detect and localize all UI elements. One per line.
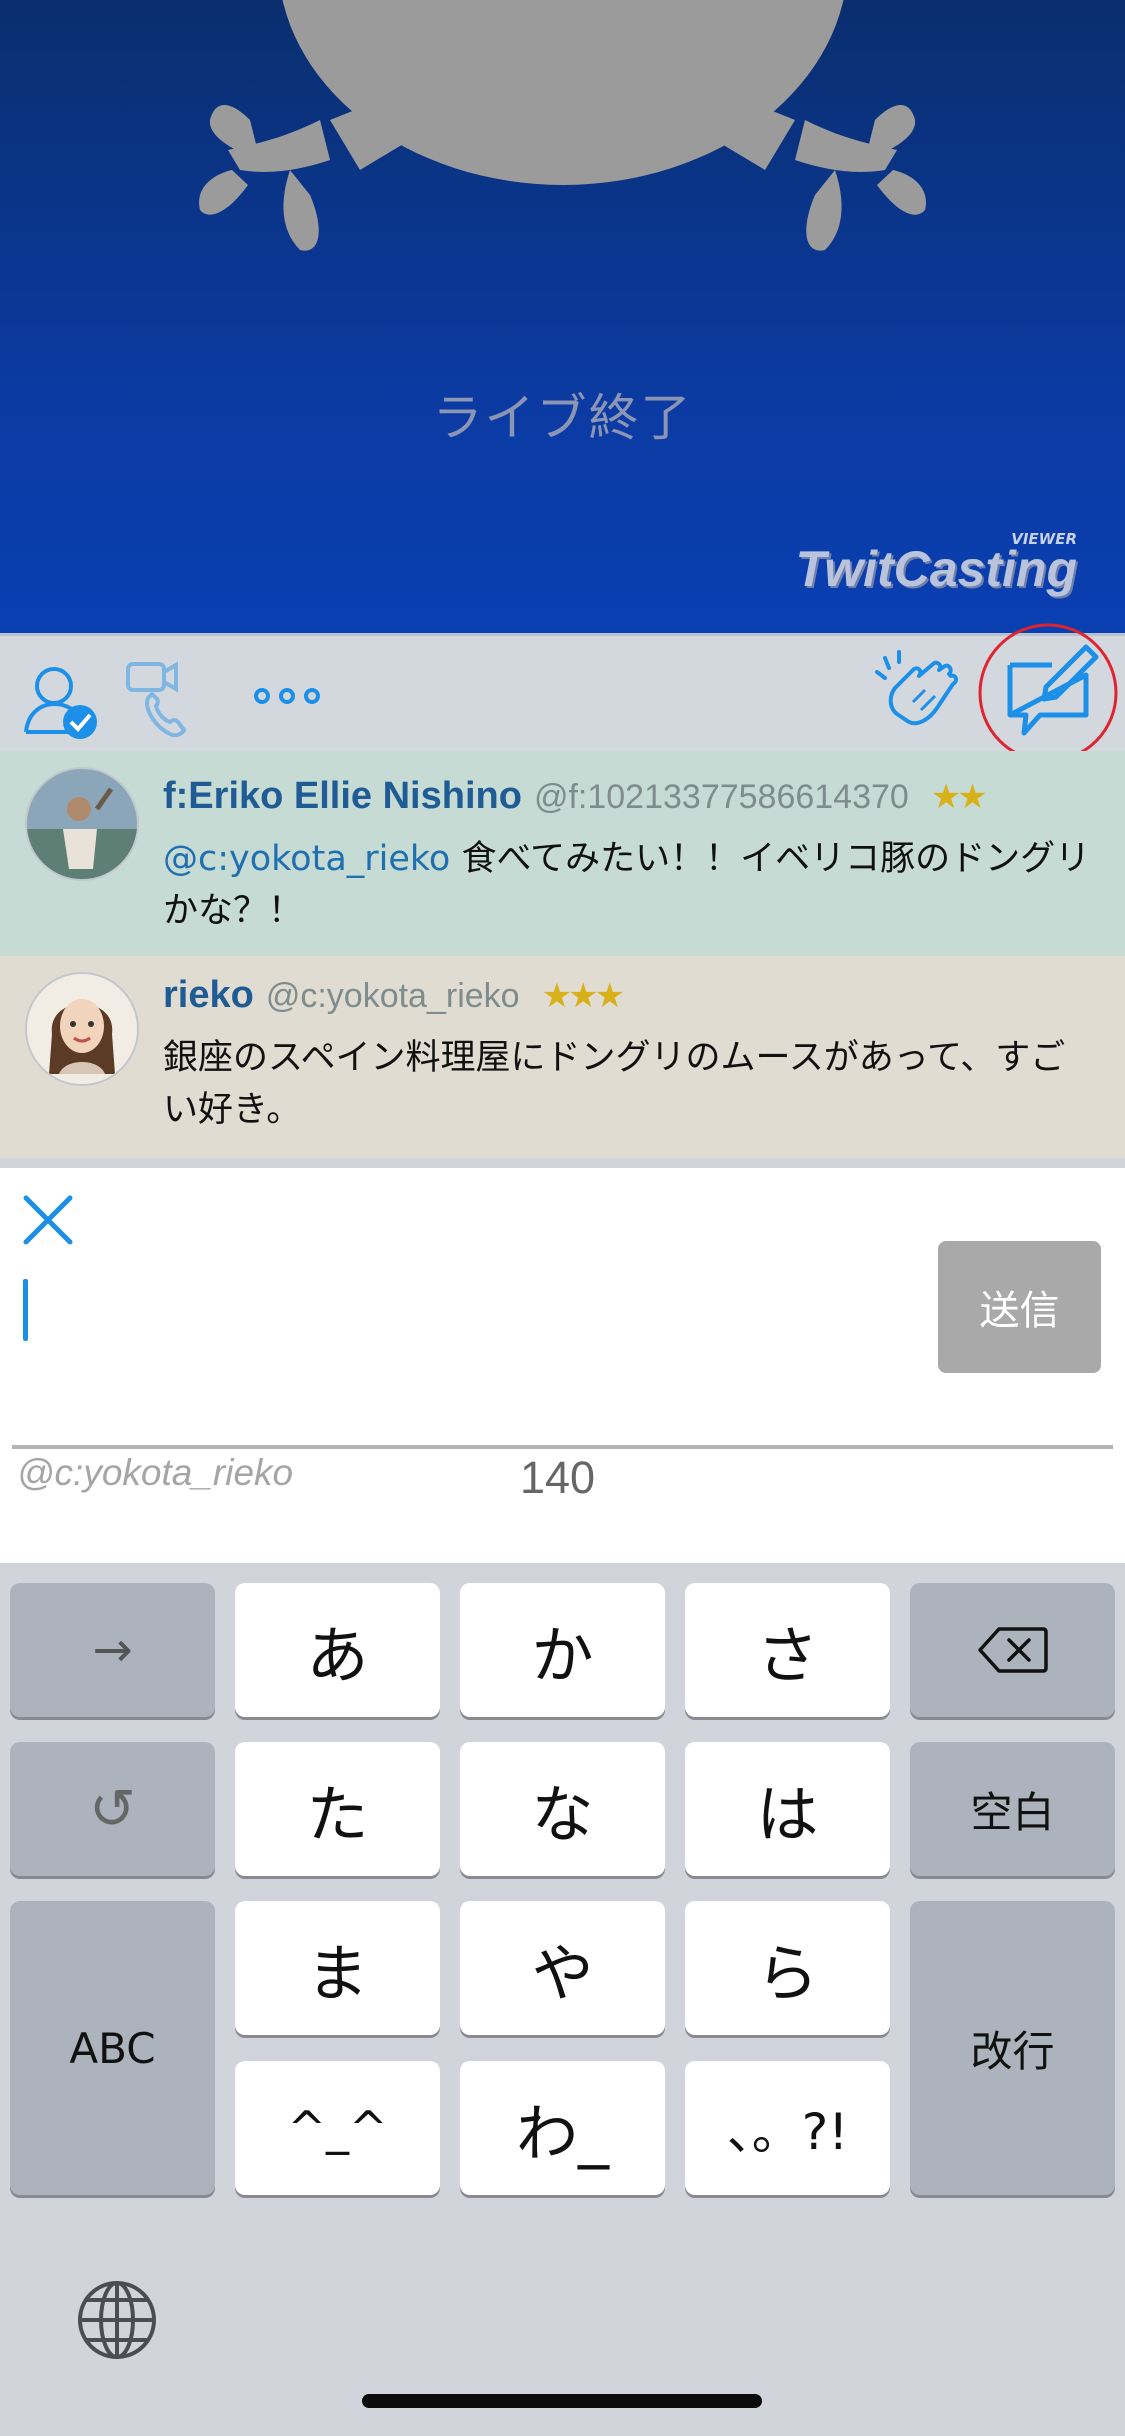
key-punctuation[interactable]: 、。?! xyxy=(685,2061,890,2195)
avatar[interactable] xyxy=(25,972,139,1086)
key-undo[interactable]: ↺ xyxy=(10,1742,215,1876)
more-icon[interactable] xyxy=(250,671,325,721)
comment-author-handle: @f:10213377586614370 xyxy=(533,778,909,816)
backspace-icon xyxy=(977,1627,1048,1673)
send-button[interactable]: 送信 xyxy=(938,1241,1101,1373)
comment-item[interactable]: rieko @c:yokota_rieko ★★★ 銀座のスペイン料理屋にドングリの… xyxy=(0,956,1125,1158)
key-sa[interactable]: さ xyxy=(685,1583,890,1717)
twitcasting-logo: TwitCasting xyxy=(795,541,1077,597)
keyboard: → あ か さ ↺ た な は 空白 ABC ま や ら 改行 ^_^ わ_ 、… xyxy=(0,1563,1125,2436)
backspace-key[interactable] xyxy=(910,1583,1115,1717)
comment-author-name[interactable]: rieko xyxy=(163,974,254,1016)
key-ma[interactable]: ま xyxy=(235,1901,440,2035)
key-emoticon[interactable]: ^_^ xyxy=(235,2061,440,2195)
globe-icon[interactable] xyxy=(75,2278,159,2362)
key-na[interactable]: な xyxy=(460,1742,665,1876)
key-ha[interactable]: は xyxy=(685,1742,890,1876)
key-arrow[interactable]: → xyxy=(10,1583,215,1717)
clap-icon[interactable] xyxy=(873,648,963,743)
key-ta[interactable]: た xyxy=(235,1742,440,1876)
key-ra[interactable]: ら xyxy=(685,1901,890,2035)
reply-handle-label: @c:yokota_rieko xyxy=(17,1452,294,1493)
comment-text: @c:yokota_rieko 食べてみたい！！イベリコ豚のドングリかな？！ xyxy=(163,839,1091,931)
home-indicator[interactable] xyxy=(362,2394,762,2408)
rank-stars: ★★★ xyxy=(541,976,625,1016)
comment-mention[interactable]: @c:yokota_rieko xyxy=(163,839,450,879)
key-ya[interactable]: や xyxy=(460,1901,665,2035)
live-ended-label: ライブ終了 xyxy=(432,389,693,447)
rank-stars: ★★ xyxy=(930,777,988,817)
user-check-icon[interactable] xyxy=(18,656,106,744)
comment-author-handle: @c:yokota_rieko xyxy=(265,977,520,1015)
return-key[interactable]: 改行 xyxy=(910,1901,1115,2195)
video-player: ライブ終了 VIEWER TwitCasting xyxy=(0,0,1125,633)
close-icon[interactable] xyxy=(20,1192,76,1248)
mascot-illustration xyxy=(199,0,926,251)
space-key[interactable]: 空白 xyxy=(910,1742,1115,1876)
comment-item[interactable]: f:Eriko Ellie Nishino @f:1021337758661437… xyxy=(0,751,1125,956)
abc-key[interactable]: ABC xyxy=(10,1901,215,2195)
comment-text: 銀座のスペイン料理屋にドングリのムースがあって、すごい好き。 xyxy=(163,1038,1066,1130)
key-wa[interactable]: わ_ xyxy=(460,2061,665,2195)
key-ka[interactable]: か xyxy=(460,1583,665,1717)
comment-author-name[interactable]: f:Eriko Ellie Nishino xyxy=(163,775,522,817)
comment-input[interactable] xyxy=(20,1270,920,1420)
toolbar xyxy=(0,623,1125,763)
comment-header: f:Eriko Ellie Nishino @f:1021337758661437… xyxy=(163,775,988,818)
divider xyxy=(12,1445,1113,1449)
character-count: 140 xyxy=(520,1452,596,1503)
comment-header: rieko @c:yokota_rieko ★★★ xyxy=(163,974,625,1017)
avatar[interactable] xyxy=(25,767,139,881)
video-phone-icon[interactable] xyxy=(124,654,214,744)
key-a[interactable]: あ xyxy=(235,1583,440,1717)
compose-comment-button[interactable] xyxy=(978,623,1118,763)
